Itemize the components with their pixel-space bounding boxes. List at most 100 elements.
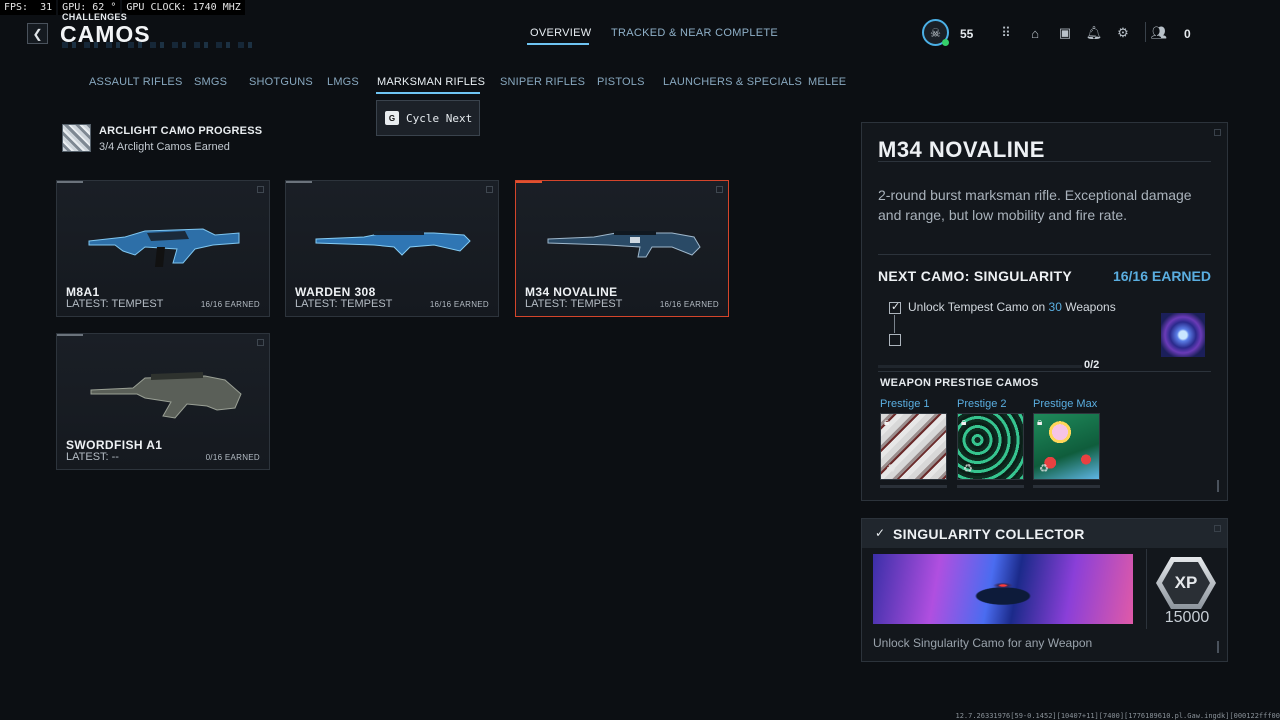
weapon-card-m8a1[interactable]: M8A1 LATEST: TEMPEST 16/16 EARNED <box>56 180 270 317</box>
weapon-earned-count: 16/16 EARNED <box>659 300 719 309</box>
chevron-left-icon: ❮ <box>32 26 43 41</box>
weapon-name: M8A1 <box>66 285 100 299</box>
swordfish-a1-rifle-image <box>90 372 242 419</box>
requirement-checkbox-2 <box>889 334 901 346</box>
keybind-g: G <box>385 111 399 125</box>
active-category-indicator <box>376 92 480 94</box>
card-progress-bar <box>57 334 83 336</box>
collector-calling-card[interactable] <box>873 554 1133 624</box>
weapon-earned-count: 16/16 EARNED <box>429 300 489 309</box>
arclight-progress-subtitle: 3/4 Arclight Camos Earned <box>99 141 230 153</box>
scroll-indicator-icon[interactable] <box>1217 641 1219 653</box>
lock-icon: 🔒︎ <box>884 417 890 428</box>
tab-sniper-rifles[interactable]: SNIPER RIFLES <box>500 76 585 88</box>
tab-pistols[interactable]: PISTOLS <box>597 76 645 88</box>
recycle-icon: ♻ <box>1039 463 1049 475</box>
prestige-max-label: Prestige Max <box>1033 398 1098 410</box>
xp-badge-icon: XP <box>1156 557 1216 609</box>
card-corner-marker <box>257 186 264 193</box>
weapon-description: 2-round burst marksman rifle. Exceptiona… <box>878 187 1192 223</box>
store-icon[interactable]: ⌂ <box>1026 24 1044 42</box>
prestige-divider <box>878 371 1211 372</box>
online-status-dot <box>942 39 949 46</box>
prestige-1-progress <box>880 485 947 488</box>
scroll-indicator-icon[interactable] <box>1217 480 1219 492</box>
prestige-1-label: Prestige 1 <box>880 398 930 410</box>
card-progress-bar <box>516 181 542 183</box>
skull-icon: ☠ <box>930 25 941 40</box>
recycle-icon: ♻ <box>886 463 896 475</box>
tab-launchers-specials[interactable]: LAUNCHERS & SPECIALS <box>663 76 802 88</box>
weapon-detail-title: M34 NOVALINE <box>878 137 1045 162</box>
requirement-suffix: Weapons <box>1061 300 1116 314</box>
camera-icon[interactable]: ▣ <box>1056 24 1074 42</box>
card-progress-bar <box>286 181 312 183</box>
checkmark-icon: ✓ <box>875 526 886 540</box>
card-corner-marker <box>486 186 493 193</box>
singularity-camo-thumbnail[interactable] <box>1161 313 1205 357</box>
tab-overview[interactable]: OVERVIEW <box>530 27 592 39</box>
panel-corner-marker <box>1214 129 1221 136</box>
xp-reward-amount: 15000 <box>1164 609 1210 626</box>
header-divider <box>1145 22 1146 42</box>
weapon-card-m34-novaline[interactable]: M34 NOVALINE LATEST: TEMPEST 16/16 EARNE… <box>515 180 729 317</box>
tab-assault-rifles[interactable]: ASSAULT RIFLES <box>89 76 182 88</box>
weapon-detail-panel: M34 NOVALINE 2-round burst marksman rifl… <box>861 122 1228 501</box>
weapon-latest-camo: LATEST: TEMPEST <box>525 298 623 310</box>
tab-smgs[interactable]: SMGS <box>194 76 227 88</box>
next-camo-title: NEXT CAMO: SINGULARITY <box>878 268 1073 284</box>
requirement-progress-bar <box>878 365 1082 368</box>
weapon-name: SWORDFISH A1 <box>66 438 163 452</box>
next-camo-earned: 16/16 EARNED <box>1112 268 1211 284</box>
card-corner-marker <box>716 186 723 193</box>
active-tab-indicator <box>527 43 589 45</box>
tab-marksman-rifles[interactable]: MARKSMAN RIFLES <box>377 76 485 88</box>
title-divider <box>878 161 1211 162</box>
panel-corner-marker <box>1214 525 1221 532</box>
prestige-camos-title: WEAPON PRESTIGE CAMOS <box>880 377 1039 389</box>
back-button[interactable]: ❮ <box>27 23 48 44</box>
weapon-latest-camo: LATEST: TEMPEST <box>66 298 164 310</box>
recycle-icon: ♻ <box>963 463 973 475</box>
prestige-2-label: Prestige 2 <box>957 398 1007 410</box>
weapon-card-warden-308[interactable]: WARDEN 308 LATEST: TEMPEST 16/16 EARNED <box>285 180 499 317</box>
friends-count: 0 <box>1184 27 1191 41</box>
prestige-max-camo-tile[interactable]: 🔒︎ ♻ <box>1033 413 1100 480</box>
tab-lmgs[interactable]: LMGS <box>327 76 359 88</box>
player-level: 55 <box>960 27 974 41</box>
warden-308-rifle-image <box>315 231 471 256</box>
requirement-text: Unlock Tempest Camo on 30 Weapons <box>908 300 1116 314</box>
weapon-latest-camo: LATEST: -- <box>66 451 119 463</box>
card-progress-bar <box>57 181 83 183</box>
cycle-next-tooltip[interactable]: G Cycle Next <box>376 100 480 136</box>
arclight-progress-title: ARCLIGHT CAMO PROGRESS <box>99 125 263 137</box>
collector-divider <box>1146 549 1147 629</box>
m8a1-rifle-image <box>88 228 240 267</box>
prestige-max-progress <box>1033 485 1100 488</box>
arclight-camo-icon <box>62 124 91 152</box>
gear-icon[interactable]: ⚙ <box>1114 24 1132 42</box>
checkbox-connector <box>894 315 895 333</box>
m34-novaline-rifle-image <box>547 231 701 258</box>
collector-title: SINGULARITY COLLECTOR <box>893 526 1085 542</box>
tab-tracked-near-complete[interactable]: TRACKED & NEAR COMPLETE <box>611 27 778 39</box>
friends-icon[interactable]: 👥︎ <box>1150 24 1168 42</box>
collector-description: Unlock Singularity Camo for any Weapon <box>873 636 1093 650</box>
requirement-count: 30 <box>1048 300 1062 314</box>
grid-menu-icon[interactable]: ⠿ <box>997 24 1015 42</box>
tab-shotguns[interactable]: SHOTGUNS <box>249 76 313 88</box>
prestige-1-camo-tile[interactable]: 🔒︎ ♻ <box>880 413 947 480</box>
card-corner-marker <box>257 339 264 346</box>
notification-bell-icon[interactable]: 🔔︎ <box>1085 24 1103 42</box>
tab-melee[interactable]: MELEE <box>808 76 846 88</box>
fps-readout: FPS: 31 <box>0 0 57 15</box>
requirement-prefix: Unlock Tempest Camo on <box>908 300 1049 314</box>
weapon-name: WARDEN 308 <box>295 285 376 299</box>
weapon-earned-count: 0/16 EARNED <box>205 453 260 462</box>
weapon-earned-count: 16/16 EARNED <box>200 300 260 309</box>
weapon-card-swordfish-a1[interactable]: SWORDFISH A1 LATEST: -- 0/16 EARNED <box>56 333 270 470</box>
lock-icon: 🔒︎ <box>1037 417 1043 428</box>
requirement-checkbox-1 <box>889 300 901 314</box>
prestige-2-camo-tile[interactable]: 🔒︎ ♻ <box>957 413 1024 480</box>
requirement-progress-count: 0/2 <box>1084 359 1100 371</box>
